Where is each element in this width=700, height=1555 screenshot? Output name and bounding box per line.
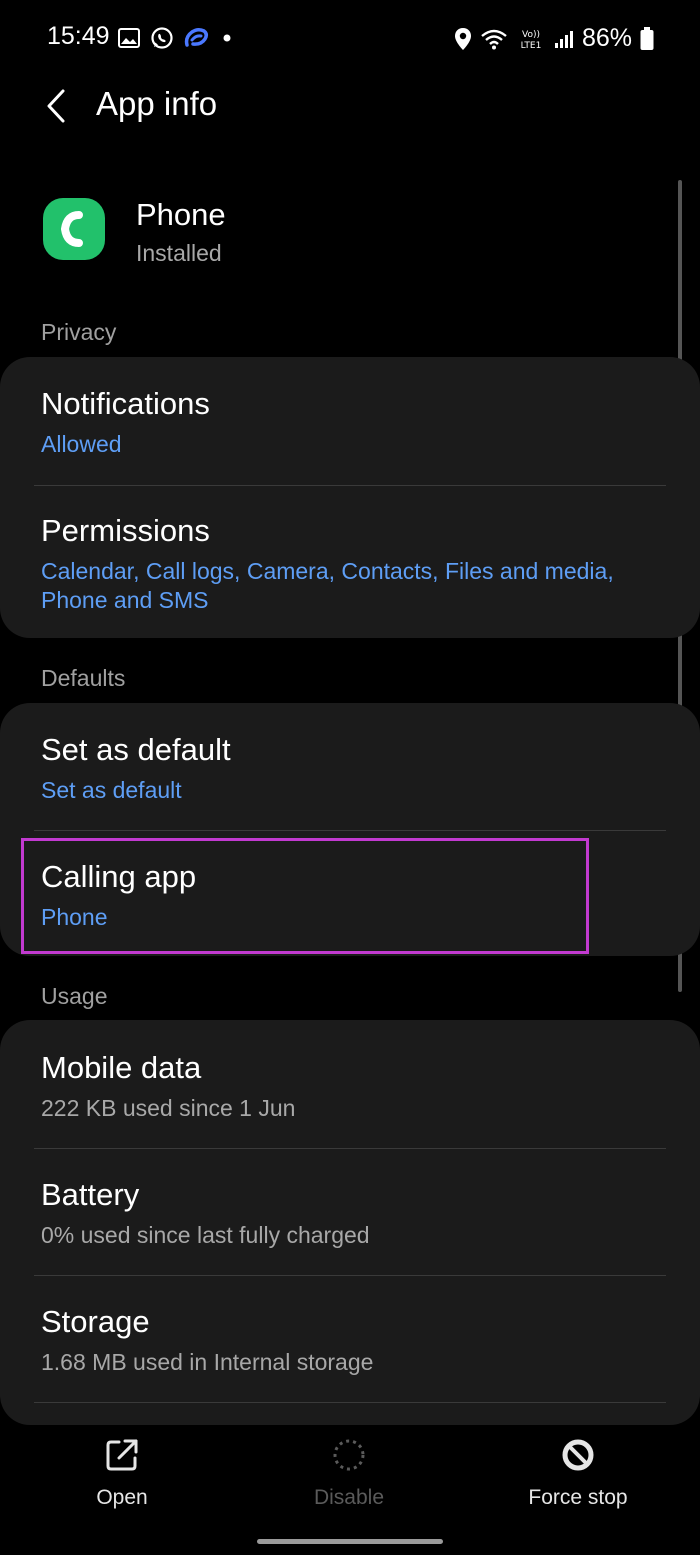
- signal-icon: [554, 30, 573, 48]
- svg-text:LTE1: LTE1: [521, 41, 542, 51]
- force-stop-label: Force stop: [528, 1486, 628, 1509]
- phone-glyph-icon: [60, 211, 83, 247]
- battery-subtitle: 0% used since last fully charged: [41, 1222, 370, 1248]
- volte-lte-icon: Vo)) LTE1: [521, 30, 542, 51]
- chevron-left-icon: [47, 89, 65, 123]
- permissions-subtitle: Calendar, Call logs, Camera, Contacts, F…: [41, 558, 614, 613]
- app-name: Phone: [136, 197, 226, 232]
- wifi-icon: [481, 29, 507, 49]
- gallery-icon: [118, 28, 140, 48]
- section-label-defaults: Defaults: [41, 665, 126, 691]
- app-install-status: Installed: [136, 240, 222, 266]
- status-notification-icons: [118, 26, 234, 50]
- battery-icon: [640, 26, 654, 50]
- divider: [34, 830, 666, 831]
- divider: [34, 1402, 666, 1403]
- app-notification-icon: [184, 27, 209, 47]
- battery-percentage: 86%: [581, 24, 632, 52]
- dot-icon: [223, 34, 231, 42]
- notifications-title: Notifications: [41, 386, 210, 421]
- disable-icon: [333, 1439, 365, 1471]
- mobile-data-subtitle: 222 KB used since 1 Jun: [41, 1095, 296, 1121]
- page-title: App info: [96, 85, 218, 122]
- location-icon: [454, 27, 471, 50]
- status-system-icons: Vo)) LTE1 86%: [454, 24, 654, 53]
- home-indicator[interactable]: [257, 1539, 443, 1544]
- divider: [34, 1275, 666, 1276]
- storage-title: Storage: [41, 1304, 150, 1339]
- status-time: 15:49: [47, 22, 110, 50]
- battery-title: Battery: [41, 1177, 140, 1212]
- set-as-default-title: Set as default: [41, 732, 231, 767]
- stop-icon: [562, 1439, 594, 1471]
- calling-app-highlight: [21, 838, 589, 954]
- open-button[interactable]: Open: [32, 1438, 212, 1510]
- notifications-subtitle: Allowed: [41, 431, 122, 457]
- back-button[interactable]: [36, 82, 76, 130]
- phone-app-icon: [43, 198, 105, 260]
- open-label: Open: [96, 1486, 148, 1509]
- permissions-title: Permissions: [41, 513, 210, 548]
- divider: [34, 485, 666, 486]
- set-as-default-subtitle: Set as default: [41, 777, 182, 803]
- svg-text:Vo)): Vo)): [522, 30, 540, 40]
- mobile-data-row[interactable]: [0, 1028, 700, 1146]
- disable-button[interactable]: Disable: [259, 1438, 439, 1510]
- notifications-row[interactable]: [0, 365, 700, 483]
- whatsapp-icon: [151, 27, 173, 49]
- section-label-usage: Usage: [41, 983, 108, 1009]
- force-stop-button[interactable]: Force stop: [488, 1438, 668, 1510]
- section-label-privacy: Privacy: [41, 319, 117, 345]
- storage-subtitle: 1.68 MB used in Internal storage: [41, 1349, 374, 1375]
- set-as-default-row[interactable]: [0, 710, 700, 828]
- divider: [34, 1148, 666, 1149]
- disable-label: Disable: [313, 1486, 385, 1509]
- mobile-data-title: Mobile data: [41, 1050, 202, 1085]
- open-external-icon: [106, 1439, 138, 1471]
